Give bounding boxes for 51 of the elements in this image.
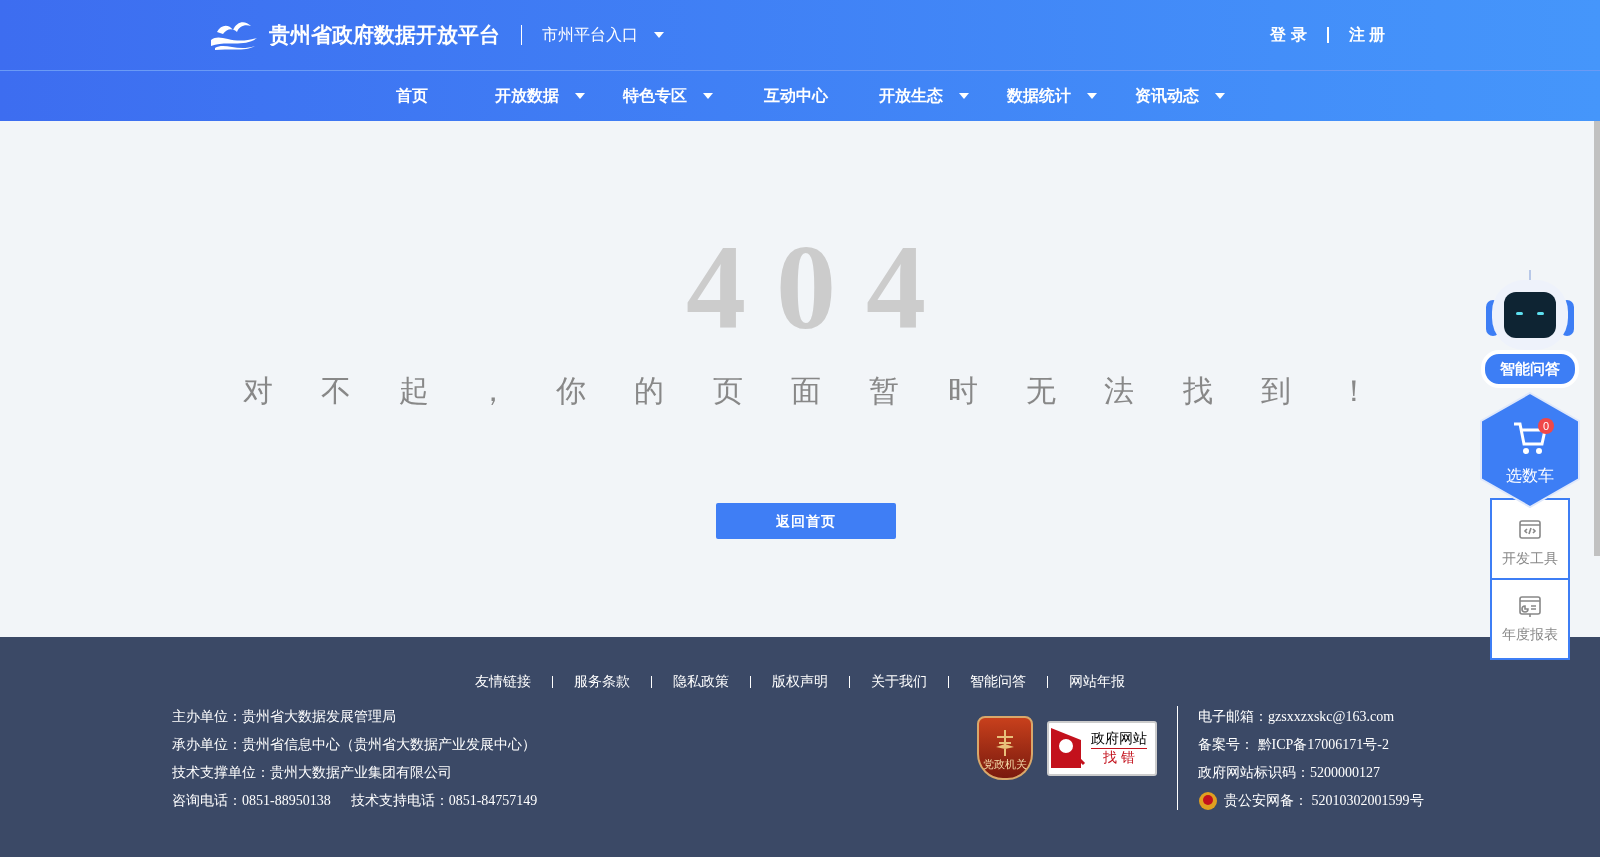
login-link[interactable]: 登 录 <box>1270 23 1307 47</box>
footer-info: 主办单位：贵州省大数据发展管理局 <box>172 708 397 726</box>
presentation-chart-icon <box>1518 593 1542 618</box>
footer-info: 电子邮箱：gzsxxzxskc@163.com <box>1198 708 1396 726</box>
caret-icon <box>654 32 664 38</box>
nav-item[interactable]: 互动中心 <box>732 84 860 108</box>
caret-icon <box>959 93 969 99</box>
cart-label: 选数车 <box>1505 466 1555 486</box>
city-entry-dropdown[interactable]: 市州平台入口 <box>542 23 664 47</box>
caret-icon <box>703 93 713 99</box>
nav-item[interactable]: 开放生态 <box>860 84 988 108</box>
nav-item[interactable]: 数据统计 <box>988 84 1116 108</box>
party-badge-label: 党政机关 <box>983 758 1027 770</box>
nav-item[interactable]: 资讯动态 <box>1116 84 1244 108</box>
police-record: 贵公安网备： 52010302001599号 <box>1224 792 1424 810</box>
cart-icon <box>1512 420 1548 456</box>
emblem-icon <box>994 730 1016 756</box>
error-message: 对 不 起 ， 你 的 页 面 暂 时 无 法 找 到 ！ <box>241 373 1390 409</box>
code-window-icon <box>1518 517 1542 542</box>
caret-icon <box>575 93 585 99</box>
footer-link[interactable]: 服务条款 <box>574 671 630 692</box>
smart-qa-button[interactable]: 智能问答 <box>1481 350 1579 388</box>
scrollbar[interactable] <box>1594 121 1600 556</box>
tool-button[interactable]: 年度报表 <box>1490 578 1570 660</box>
back-home-button[interactable]: 返回首页 <box>716 503 896 539</box>
nav-item[interactable]: 特色专区 <box>604 84 732 108</box>
register-link[interactable]: 注 册 <box>1348 23 1385 47</box>
footer-link[interactable]: 网站年报 <box>1069 671 1125 692</box>
caret-icon <box>1087 93 1097 99</box>
report-badge-title: 政府网站 <box>1091 729 1147 749</box>
footer-link[interactable]: 智能问答 <box>970 671 1026 692</box>
police-emblem-icon <box>1198 790 1218 811</box>
site-title: 贵州省政府数据开放平台 <box>269 22 500 49</box>
footer-link[interactable]: 关于我们 <box>871 671 927 692</box>
tool-button[interactable]: 开发工具 <box>1490 498 1570 580</box>
phone-info: 咨询电话：0851-88950138 <box>172 792 331 810</box>
footer-link[interactable]: 版权声明 <box>772 671 828 692</box>
footer-link[interactable]: 隐私政策 <box>673 671 729 692</box>
footer-info: 技术支撑单位：贵州大数据产业集团有限公司 <box>172 764 453 782</box>
footer-info: 承办单位：贵州省信息中心（贵州省大数据产业发展中心） <box>172 736 537 754</box>
caret-icon <box>1215 93 1225 99</box>
report-badge-action: 找 错 <box>1103 748 1135 767</box>
footer-info: 政府网站标识码：5200000127 <box>1198 764 1381 782</box>
nav-item[interactable]: 首页 <box>348 84 476 108</box>
footer-info: 备案号： 黔ICP备17006171号-2 <box>1198 736 1390 754</box>
report-error-badge[interactable]: 政府网站 找 错 <box>1047 720 1157 776</box>
cart-hexagon[interactable] <box>1480 392 1580 508</box>
footer-link[interactable]: 友情链接 <box>475 671 531 692</box>
phone-info: 技术支持电话：0851-84757149 <box>350 792 538 810</box>
nav-item[interactable]: 开放数据 <box>476 84 604 108</box>
party-badge[interactable]: 党政机关 <box>977 716 1033 780</box>
